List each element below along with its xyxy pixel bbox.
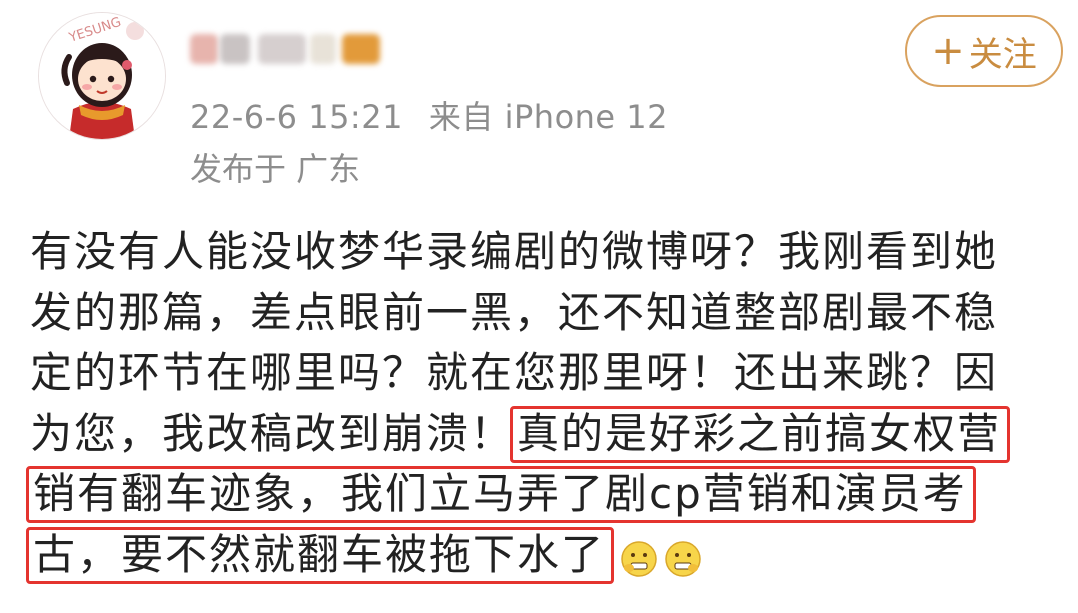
- content-text: 为您，我改稿改到崩溃！: [30, 408, 515, 458]
- follow-label: 关注: [968, 34, 1037, 75]
- post-meta: 22-6-6 15:21 来自 iPhone 12: [190, 92, 668, 138]
- avatar-cartoon-girl-icon: YESUNG: [39, 13, 165, 139]
- highlighted-text: 销有翻车迹象，我们立马弄了剧cp营销和演员考: [26, 466, 976, 523]
- content-line: 有没有人能没收梦华录编剧的微博呀？我刚看到她: [30, 227, 999, 276]
- grimace-emoji-icon: [620, 534, 658, 577]
- grimace-emoji-icon: [664, 534, 702, 577]
- username-blurred[interactable]: [190, 26, 390, 72]
- follow-button[interactable]: + 关注: [905, 15, 1063, 87]
- highlighted-text: 真的是好彩之前搞女权营: [510, 405, 1011, 463]
- content-line: 为您，我改稿改到崩溃！真的是好彩之前搞女权营: [30, 404, 1060, 465]
- content-line: 销有翻车迹象，我们立马弄了剧cp营销和演员考: [26, 464, 1060, 525]
- post-timestamp: 22-6-6 15:21: [190, 98, 403, 136]
- highlighted-text: 古，要不然就翻车被拖下水了: [26, 526, 615, 584]
- post-content: 有没有人能没收梦华录编剧的微博呀？我刚看到她 发的那篇，差点眼前一黑，还不知道整…: [26, 222, 1060, 586]
- content-line: 定的环节在哪里吗？就在您那里呀！还出来跳？因: [30, 348, 999, 397]
- avatar[interactable]: YESUNG: [38, 12, 166, 140]
- content-line: 古，要不然就翻车被拖下水了: [26, 525, 1060, 586]
- post-region: 发布于 广东: [190, 150, 361, 188]
- plus-icon: +: [931, 28, 965, 74]
- post-source[interactable]: 来自 iPhone 12: [429, 98, 668, 136]
- content-line: 发的那篇，差点眼前一黑，还不知道整部剧最不稳: [30, 287, 999, 337]
